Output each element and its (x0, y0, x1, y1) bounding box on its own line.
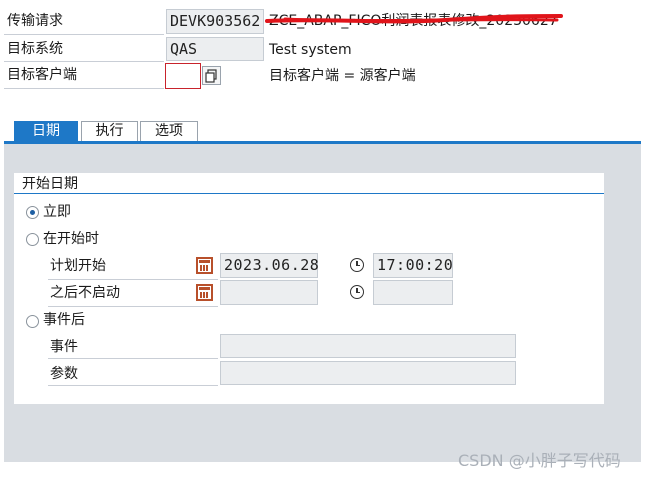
parameter-label: 参数 (50, 366, 78, 382)
row-divider (48, 306, 218, 307)
tab-date[interactable]: 日期 (14, 121, 78, 141)
planned-start-label: 计划开始 (50, 258, 106, 274)
radio-after-event[interactable] (26, 315, 39, 328)
calendar-icon[interactable] (196, 257, 213, 274)
no-start-after-time-field[interactable] (373, 280, 453, 305)
row-divider (4, 34, 164, 35)
target-system-description: Test system (269, 42, 352, 58)
row-divider (48, 279, 218, 280)
parameter-field[interactable] (220, 361, 516, 385)
copy-icon (205, 69, 217, 83)
search-help-button[interactable] (202, 66, 221, 85)
target-system-label: 目标系统 (7, 41, 63, 57)
radio-selected-dot (30, 210, 35, 215)
target-system-field[interactable]: QAS (166, 37, 264, 61)
at-start-label: 在开始时 (43, 231, 99, 247)
tab-label: 执行 (95, 123, 124, 139)
target-client-label: 目标客户端 (7, 67, 77, 83)
tab-label: 选项 (155, 123, 183, 139)
tab-execution[interactable]: 执行 (81, 121, 138, 141)
row-divider (4, 88, 164, 89)
tab-options[interactable]: 选项 (140, 121, 198, 141)
radio-at-start[interactable] (26, 233, 39, 246)
no-start-after-date-field[interactable] (220, 280, 318, 305)
planned-start-date-field[interactable]: 2023.06.28 (220, 253, 319, 278)
after-event-label: 事件后 (43, 312, 85, 328)
target-client-input[interactable] (165, 63, 201, 89)
watermark-text: CSDN @小胖子写代码 (458, 451, 621, 470)
row-divider (4, 61, 164, 62)
radio-immediate[interactable] (26, 206, 39, 219)
planned-start-time-field[interactable]: 17:00:20 (373, 253, 453, 278)
target-client-description: 目标客户端 = 源客户端 (269, 68, 416, 84)
row-divider (48, 385, 218, 386)
calendar-icon[interactable] (196, 284, 213, 301)
event-label: 事件 (50, 339, 78, 355)
clock-icon[interactable] (350, 285, 364, 299)
event-field[interactable] (220, 334, 516, 358)
group-title: 开始日期 (22, 176, 78, 192)
transport-request-label: 传输请求 (7, 13, 63, 29)
redaction-scribble (265, 14, 563, 24)
transport-request-field[interactable]: DEVK903562 (166, 9, 264, 34)
tab-label: 日期 (32, 123, 60, 139)
clock-icon[interactable] (350, 258, 364, 272)
group-title-underline (14, 193, 604, 194)
immediate-label: 立即 (43, 204, 71, 220)
row-divider (48, 358, 218, 359)
no-start-after-label: 之后不启动 (50, 285, 120, 301)
